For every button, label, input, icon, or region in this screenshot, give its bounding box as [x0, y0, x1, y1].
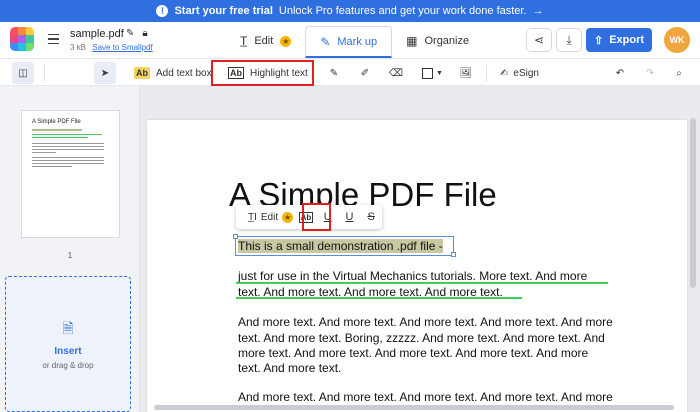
tab-markup[interactable]: ✎ Mark up [305, 26, 393, 58]
lock-icon[interactable]: 🔒︎ [142, 28, 147, 39]
undo-icon: ↶ [615, 67, 625, 79]
squiggly-underline-icon: U [345, 211, 354, 223]
export-button[interactable]: ⇧ Export [586, 28, 652, 52]
share-button[interactable]: ⋖ [526, 28, 552, 52]
highlighter-tool-button[interactable]: ✐ [354, 62, 376, 84]
page-number-label: 1 [67, 251, 73, 260]
insert-label: Insert [54, 346, 82, 357]
markup-toolbar: ◫ ➤ Ab Add text box Ab Highlight text ✎ … [0, 58, 700, 86]
eraser-tool-button[interactable]: ⌫ [385, 62, 407, 84]
square-icon [422, 67, 433, 79]
green-underline-2 [236, 297, 522, 299]
page-sidebar: A Simple PDF File 1 🗎︎ Insert or drag & … [0, 86, 140, 412]
thumbnail-title: A Simple PDF File [32, 119, 81, 125]
promo-banner[interactable]: ! Start your free trial Unlock Pro featu… [0, 0, 700, 22]
squiggly-underline-button[interactable]: U [339, 207, 361, 227]
tab-edit[interactable]: T̲ Edit ★ [226, 26, 305, 58]
search-button[interactable]: ⌕ [668, 62, 690, 84]
app-logo[interactable] [10, 27, 34, 51]
share-icon: ⋖ [533, 33, 545, 47]
selection-box [235, 236, 454, 256]
insert-drop-zone[interactable]: 🗎︎ Insert or drag & drop [5, 276, 131, 412]
insert-sub-label: or drag & drop [42, 361, 94, 370]
arrow-right-icon: → [532, 5, 544, 17]
sidebar-icon: ◫ [18, 67, 28, 79]
file-meta: 3 kB Save to Smallpdf [70, 43, 153, 52]
selection-handle-bottom-right[interactable] [451, 252, 456, 257]
text-line-8[interactable]: And more text. And more text. And more t… [238, 390, 613, 404]
text-line-6[interactable]: more text. And more text. And more text.… [238, 346, 588, 360]
menu-button[interactable] [42, 28, 64, 50]
text-line-4[interactable]: And more text. And more text. And more t… [238, 315, 613, 329]
redo-icon: ↷ [645, 67, 655, 79]
undo-button[interactable]: ↶ [609, 62, 631, 84]
tab-organize-label: Organize [424, 35, 470, 47]
search-icon: ⌕ [676, 67, 682, 79]
floating-edit-label: Edit [260, 211, 279, 223]
select-tool-button[interactable]: ➤ [94, 62, 116, 84]
text-edit-icon: T̲ [240, 34, 248, 48]
image-tool-button[interactable]: 🖼︎ [455, 62, 477, 84]
pro-star-icon: ★ [282, 211, 294, 223]
text-box-icon: Ab [134, 67, 150, 79]
pencil-icon[interactable]: ✎ [126, 28, 134, 39]
selection-handle-top-left[interactable] [233, 234, 238, 239]
tab-markup-label: Mark up [337, 35, 378, 48]
text-edit-icon: T̲I [248, 211, 257, 223]
text-line-5[interactable]: text. And more text. Boring, zzzzz. And … [238, 331, 605, 345]
signature-icon: ✍︎ [500, 67, 509, 79]
grid-icon: ▦ [406, 34, 418, 48]
toggle-sidebar-button[interactable]: ◫ [12, 62, 34, 84]
avatar-initials: WK [669, 35, 685, 45]
mode-tabs: T̲ Edit ★ ✎ Mark up ▦ Organize [226, 26, 483, 58]
banner-bold-text: Start your free trial [174, 5, 273, 17]
tab-organize[interactable]: ▦ Organize [392, 26, 483, 58]
vertical-scrollbar[interactable] [689, 88, 697, 402]
floating-highlight-callout-box [302, 203, 331, 231]
download-icon: ⤓ [566, 32, 572, 47]
pro-star-icon: ★ [280, 35, 292, 47]
add-file-icon: 🗎︎ [62, 320, 74, 336]
horizontal-scrollbar[interactable] [142, 403, 688, 411]
info-icon: ! [156, 5, 169, 17]
esign-label: eSign [513, 67, 539, 79]
highlighter-icon: ✐ [360, 67, 370, 79]
cursor-icon: ➤ [100, 67, 110, 79]
shape-tool-button[interactable]: ▼ [422, 62, 443, 84]
file-size: 3 kB [70, 43, 87, 52]
pen-icon: ✎ [329, 67, 339, 79]
avatar[interactable]: WK [664, 27, 690, 53]
strikethrough-button[interactable]: S [360, 207, 382, 227]
text-line-2[interactable]: just for use in the Virtual Mechanics tu… [238, 269, 587, 283]
page-thumbnail[interactable]: A Simple PDF File [21, 110, 120, 238]
export-label: Export [609, 34, 645, 46]
upload-icon: ⇧ [593, 34, 604, 47]
strikethrough-icon: S [367, 211, 375, 223]
banner-text: Unlock Pro features and get your work do… [278, 5, 527, 17]
image-icon: 🖼︎ [459, 67, 473, 79]
redo-button[interactable]: ↷ [639, 62, 661, 84]
file-name[interactable]: sample.pdf [70, 28, 124, 40]
green-underline-1 [236, 282, 608, 284]
pdf-page[interactable] [147, 120, 687, 412]
floating-edit-button[interactable]: T̲I Edit ★ [236, 211, 295, 223]
add-text-box-button[interactable]: Ab Add text box [134, 62, 212, 84]
pen-tool-button[interactable]: ✎ [323, 62, 345, 84]
text-line-7[interactable]: text. And more text. [238, 361, 341, 375]
save-to-smallpdf-link[interactable]: Save to Smallpdf [92, 43, 152, 52]
tab-edit-label: Edit [254, 35, 274, 47]
highlight-callout-box [211, 60, 314, 86]
add-text-box-label: Add text box [156, 67, 212, 79]
pen-icon: ✎ [320, 34, 331, 49]
download-button[interactable]: ⤓ [556, 28, 582, 52]
chevron-down-icon: ▼ [436, 69, 443, 77]
esign-button[interactable]: ✍︎ eSign [500, 62, 539, 84]
app-header: sample.pdf ✎ 🔒︎ 3 kB Save to Smallpdf T̲… [0, 22, 700, 58]
eraser-icon: ⌫ [388, 67, 404, 79]
